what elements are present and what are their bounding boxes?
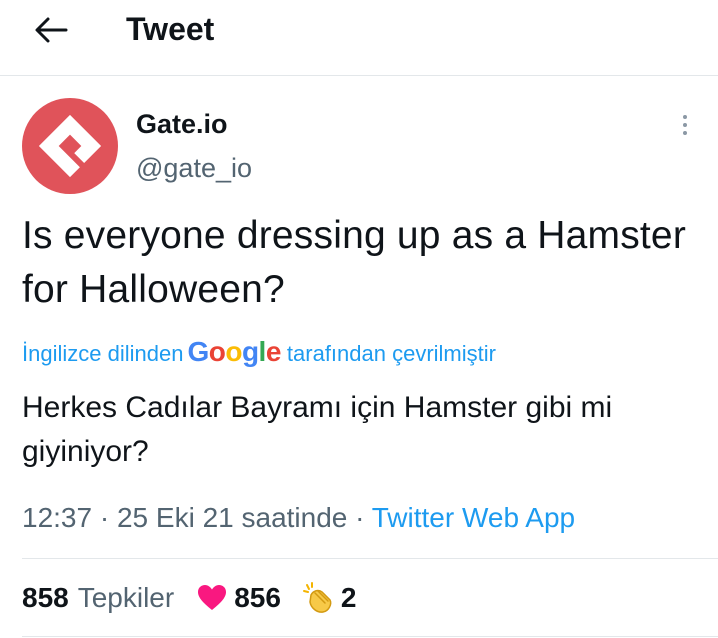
tweet-meta: 12:37 · 25 Eki 21 saatinde · Twitter Web… bbox=[22, 498, 575, 538]
tweet-source-link[interactable]: Twitter Web App bbox=[372, 502, 575, 533]
heart-icon bbox=[198, 585, 227, 610]
heart-count: 856 bbox=[234, 582, 281, 613]
translation-prefix: İngilizce dilinden bbox=[22, 341, 184, 366]
translated-text: Herkes Cadılar Bayramı için Hamster gibi… bbox=[22, 391, 613, 468]
reactions-count: 858 bbox=[22, 582, 69, 613]
google-logo: Google bbox=[187, 336, 281, 367]
meta-separator: · bbox=[355, 502, 365, 533]
translation-suffix: tarafından çevrilmiştir bbox=[286, 341, 496, 366]
more-options-button[interactable] bbox=[672, 112, 698, 142]
reactions-bar[interactable]: 858 Tepkiler 856 2 bbox=[22, 578, 357, 618]
divider bbox=[22, 558, 718, 559]
arrow-left-icon bbox=[35, 17, 68, 43]
divider bbox=[22, 636, 718, 637]
top-bar: Tweet bbox=[0, 0, 718, 76]
reactions-label: Tepkiler bbox=[77, 582, 175, 613]
author-name[interactable]: Gate.io bbox=[136, 107, 228, 141]
dot bbox=[683, 115, 687, 119]
avatar[interactable] bbox=[22, 98, 118, 194]
dot bbox=[683, 131, 687, 135]
back-button[interactable] bbox=[28, 10, 72, 50]
tweet-time[interactable]: 12:37 bbox=[22, 502, 92, 533]
clap-count: 2 bbox=[340, 582, 357, 613]
tweet-date[interactable]: 25 Eki 21 saatinde bbox=[117, 502, 347, 533]
translation-attribution[interactable]: İngilizce dilinden Google tarafından çevri… bbox=[22, 334, 496, 372]
gate-io-logo-icon bbox=[38, 114, 102, 178]
author-handle[interactable]: @gate_io bbox=[136, 151, 252, 185]
page-title: Tweet bbox=[126, 11, 215, 47]
clapping-hands-icon bbox=[302, 582, 332, 613]
dot bbox=[683, 123, 687, 127]
tweet-text: Is everyone dressing up as a Hamster for… bbox=[22, 214, 687, 311]
meta-separator: · bbox=[99, 502, 110, 533]
